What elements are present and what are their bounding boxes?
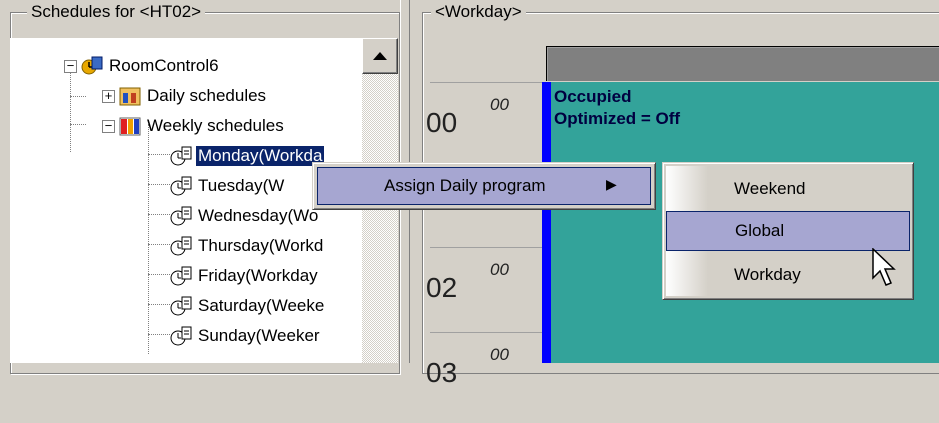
time-hour: 03 xyxy=(426,357,458,388)
tree-item-saturday[interactable]: Saturday(Weeke xyxy=(166,292,326,320)
clock-icon xyxy=(170,235,192,257)
tree-item-thursday[interactable]: Thursday(Workd xyxy=(166,232,325,260)
chevron-up-icon xyxy=(373,52,387,60)
schedule-tree[interactable]: − RoomControl6 + Daily schedules − Weekl… xyxy=(10,38,362,363)
clock-icon xyxy=(170,325,192,347)
tree-item-label: Wednesday(Wo xyxy=(198,206,319,225)
tree-item-label: Weekly schedules xyxy=(147,116,284,135)
timeline-header xyxy=(546,46,939,81)
assign-daily-program-menu-item[interactable]: Assign Daily program ▶ xyxy=(317,167,651,205)
tree-item-sunday[interactable]: Sunday(Weeker xyxy=(166,322,322,350)
block-optimized: Optimized = Off xyxy=(554,109,681,128)
tree-item-label: Monday(Workda xyxy=(194,145,326,167)
expand-toggle[interactable]: + xyxy=(102,89,115,103)
tree-item-label: Saturday(Weeke xyxy=(198,296,325,315)
tree-item-label: Sunday(Weeker xyxy=(198,326,320,345)
mouse-pointer-icon xyxy=(872,247,898,293)
time-row: 03 00 xyxy=(426,332,542,423)
submenu-item-weekend[interactable]: Weekend xyxy=(666,169,910,209)
submenu-arrow-icon: ▶ xyxy=(606,176,617,192)
tree-item-monday[interactable]: Monday(Workda xyxy=(166,142,326,170)
room-control-icon xyxy=(81,55,103,77)
time-minute: 00 xyxy=(490,345,509,364)
tree-item-label: Tuesday(W xyxy=(198,176,285,195)
time-column: 00 00 02 00 03 00 xyxy=(426,82,542,388)
tree-item-friday[interactable]: Friday(Workday xyxy=(166,262,320,290)
weekly-schedules-icon xyxy=(119,115,141,137)
context-menu: Assign Daily program ▶ xyxy=(312,162,656,210)
submenu-item-label: Global xyxy=(735,221,785,240)
clock-icon xyxy=(170,295,192,317)
workday-group-title: <Workday> xyxy=(431,1,526,23)
tree-item-label: Daily schedules xyxy=(147,86,267,105)
time-hour: 00 xyxy=(426,107,458,138)
tree-item-weekly-schedules[interactable]: − Weekly schedules xyxy=(102,112,286,140)
clock-icon xyxy=(170,265,192,287)
submenu-item-label: Workday xyxy=(734,265,801,284)
tree-item-label: Thursday(Workd xyxy=(198,236,324,255)
schedules-group-title: Schedules for <HT02> xyxy=(27,1,206,23)
time-row: 02 00 xyxy=(426,247,542,338)
collapse-toggle[interactable]: − xyxy=(64,59,77,73)
time-minute: 00 xyxy=(490,260,509,279)
tree-item-label: RoomControl6 xyxy=(109,56,219,75)
time-row: 00 00 xyxy=(426,82,542,173)
time-hour: 02 xyxy=(426,272,458,303)
tree-item-roomcontrol[interactable]: − RoomControl6 xyxy=(64,52,221,80)
menu-item-label: Assign Daily program xyxy=(384,176,546,195)
scroll-up-button[interactable] xyxy=(362,38,398,74)
tree-item-wednesday[interactable]: Wednesday(Wo xyxy=(166,202,320,230)
tree-item-daily-schedules[interactable]: + Daily schedules xyxy=(102,82,268,110)
collapse-toggle[interactable]: − xyxy=(102,119,115,133)
block-state: Occupied xyxy=(554,87,632,106)
submenu-item-global[interactable]: Global xyxy=(666,211,910,251)
clock-icon xyxy=(170,145,192,167)
tree-item-label: Friday(Workday xyxy=(198,266,318,285)
clock-icon xyxy=(170,205,192,227)
submenu-item-label: Weekend xyxy=(734,179,806,198)
tree-item-tuesday[interactable]: Tuesday(W xyxy=(166,172,286,200)
time-minute: 00 xyxy=(490,95,509,114)
occupied-block-text: Occupied Optimized = Off xyxy=(554,86,680,130)
block-edge xyxy=(542,82,551,363)
daily-schedules-icon xyxy=(119,85,141,107)
clock-icon xyxy=(170,175,192,197)
